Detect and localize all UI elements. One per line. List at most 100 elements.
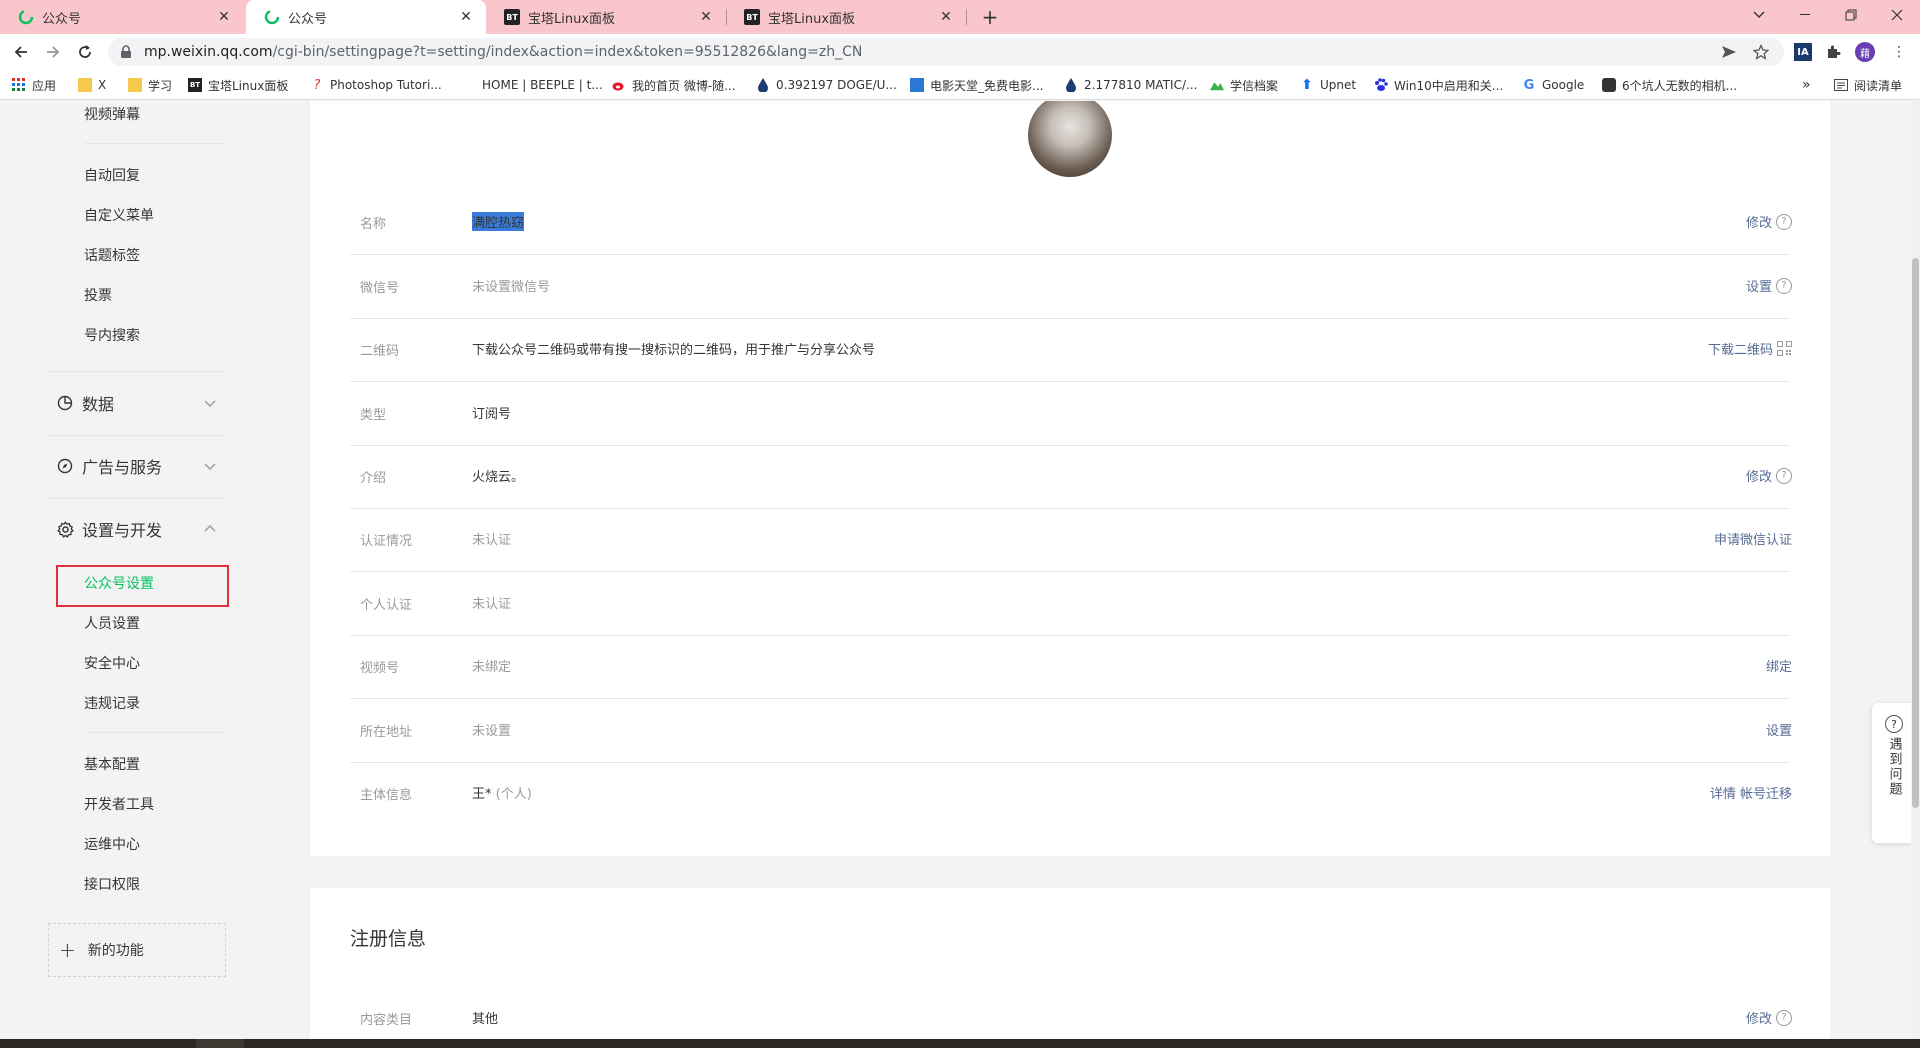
bookmark-item[interactable]: 2.177810 MATIC/... [1064, 76, 1197, 94]
help-circle-icon[interactable]: ? [1776, 213, 1792, 230]
ia-extension-icon[interactable]: IA [1794, 43, 1812, 61]
info-row-verification: 认证情况 未认证 申请微信认证 [350, 508, 1830, 572]
tab-separator [966, 9, 967, 25]
close-window-icon[interactable] [1874, 0, 1920, 30]
browser-tab-active[interactable]: 公众号 ✕ [246, 0, 486, 34]
sidebar-item-topic-tags[interactable]: 话题标签 [84, 245, 140, 265]
bookmarks-bar: 应用 X 学习 BT 宝塔Linux面板 ? Photoshop Tutori...… [0, 70, 1920, 100]
sidebar-item-violations[interactable]: 违规记录 [84, 693, 140, 713]
bookmark-item[interactable]: 学信档案 [1210, 76, 1278, 94]
bind-channels-link[interactable]: 绑定 [1766, 656, 1792, 675]
apply-verification-link[interactable]: 申请微信认证 [1714, 529, 1792, 548]
more-bookmarks-icon[interactable]: » [1802, 76, 1811, 94]
new-tab-button[interactable]: + [978, 5, 1002, 29]
sidebar-group-data[interactable]: 数据 [56, 391, 226, 415]
url-field[interactable]: mp.weixin.qq.com/cgi-bin/settingpage?t=s… [108, 38, 1784, 66]
minimize-icon[interactable] [1782, 0, 1828, 30]
sidebar-item-security-center[interactable]: 安全中心 [84, 653, 140, 673]
set-address-link[interactable]: 设置 [1766, 720, 1792, 739]
sidebar-item-staff-settings[interactable]: 人员设置 [84, 613, 140, 633]
bookmark-star-icon[interactable] [1752, 43, 1770, 61]
close-tab-icon[interactable]: ✕ [216, 9, 232, 25]
edit-name-link[interactable]: 修改? [1746, 212, 1792, 231]
sidebar-item-auto-reply[interactable]: 自动回复 [84, 165, 140, 185]
bookmark-item[interactable]: G Google [1522, 76, 1585, 94]
close-tab-icon[interactable]: ✕ [458, 9, 474, 25]
folder-icon [128, 78, 142, 92]
edit-category-link[interactable]: 修改? [1746, 1008, 1792, 1027]
bookmark-item[interactable]: 我的首页 微博-随... [612, 76, 736, 94]
account-migration-link[interactable]: 帐号迁移 [1740, 783, 1792, 802]
bookmark-item[interactable]: Win10中启用和关... [1374, 76, 1503, 94]
chevron-up-icon [204, 525, 216, 532]
new-feature-button[interactable]: + 新的功能 [48, 923, 226, 977]
send-tab-icon[interactable] [1720, 43, 1738, 61]
bookmark-apps[interactable]: 应用 [12, 76, 56, 94]
upload-arrow-icon: ⬆ [1301, 77, 1313, 93]
tab-search-icon[interactable] [1736, 0, 1782, 30]
bookmark-item[interactable]: ⬆ Upnet [1300, 76, 1356, 94]
sidebar-group-ads[interactable]: 广告与服务 [56, 454, 226, 478]
sidebar-divider [48, 435, 226, 436]
profile-avatar[interactable]: 藉 [1855, 42, 1875, 62]
sidebar-item-basic-config[interactable]: 基本配置 [84, 754, 140, 774]
bookmark-folder[interactable]: 学习 [128, 76, 172, 94]
help-circle-icon[interactable]: ? [1776, 1009, 1792, 1026]
bookmark-item[interactable]: BT 宝塔Linux面板 [188, 76, 288, 94]
reading-list[interactable]: 阅读清单 [1834, 76, 1902, 94]
scrollbar-thumb[interactable] [1912, 258, 1919, 808]
bookmark-item[interactable]: 6个坑人无数的相机... [1602, 76, 1737, 94]
info-row-channels: 视频号 未绑定 绑定 [350, 635, 1830, 699]
entity-details-link[interactable]: 详情 [1710, 783, 1736, 802]
sidebar-item-api-permissions[interactable]: 接口权限 [84, 874, 140, 894]
entity-type: (个人) [495, 787, 532, 802]
browser-tab[interactable]: BT 宝塔Linux面板 ✕ [486, 0, 726, 34]
browser-tab[interactable]: BT 宝塔Linux面板 ✕ [726, 0, 966, 34]
set-wechat-id-link[interactable]: 设置? [1746, 276, 1792, 295]
bookmark-item[interactable]: 0.392197 DOGE/U... [756, 76, 897, 94]
reload-icon[interactable] [74, 41, 96, 63]
sidebar-item-vote[interactable]: 投票 [84, 285, 112, 305]
folder-icon [78, 78, 92, 92]
extensions-puzzle-icon[interactable] [1824, 43, 1842, 61]
sidebar-item-account-settings[interactable]: 公众号设置 [84, 573, 154, 593]
help-circle-icon[interactable]: ? [1776, 277, 1792, 294]
bookmark-item[interactable]: 电影天堂_免费电影... [910, 76, 1043, 94]
sidebar-group-settings[interactable]: 设置与开发 [56, 517, 226, 541]
question-icon: ? [1885, 715, 1903, 733]
qrcode-icon [1777, 341, 1792, 356]
sidebar-item-search[interactable]: 号内搜索 [84, 325, 140, 345]
dytt-icon [910, 78, 924, 92]
sidebar-item-video-danmu[interactable]: 视频弹幕 [84, 104, 140, 124]
forward-arrow-icon[interactable] [42, 41, 64, 63]
chevron-down-icon [204, 400, 216, 407]
bookmark-item[interactable]: ? Photoshop Tutori... [310, 76, 442, 94]
browser-tab-strip: 公众号 ✕ 公众号 ✕ BT 宝塔Linux面板 ✕ BT 宝塔Linux面板 … [0, 0, 1920, 34]
sidebar-item-dev-tools[interactable]: 开发者工具 [84, 794, 154, 814]
sidebar-item-ops-center[interactable]: 运维中心 [84, 834, 140, 854]
url-host: mp.weixin.qq.com [144, 44, 273, 60]
bookmark-item[interactable]: HOME | BEEPLE | t... [482, 76, 603, 94]
bookmark-folder[interactable]: X [78, 76, 106, 94]
browser-tab[interactable]: 公众号 ✕ [0, 0, 244, 34]
help-widget[interactable]: ? 遇到问题 [1872, 703, 1916, 843]
page-scrollbar[interactable] [1911, 101, 1920, 1039]
edit-intro-link[interactable]: 修改? [1746, 466, 1792, 485]
browser-menu-icon[interactable]: ⋮ [1890, 43, 1908, 61]
sidebar-item-custom-menu[interactable]: 自定义菜单 [84, 205, 154, 225]
sidebar-divider [84, 732, 225, 733]
download-qrcode-link[interactable]: 下载二维码 [1708, 339, 1792, 358]
info-row-personal-verification: 个人认证 未认证 [350, 572, 1830, 636]
help-circle-icon[interactable]: ? [1776, 467, 1792, 484]
back-arrow-icon[interactable] [10, 41, 32, 63]
sidebar-divider [48, 371, 226, 372]
weibo-icon [612, 78, 626, 92]
lock-icon[interactable] [120, 45, 134, 59]
close-tab-icon[interactable]: ✕ [938, 9, 954, 25]
photoshop-icon: ? [313, 77, 321, 93]
info-row-content-category: 内容类目 其他 修改? [350, 987, 1830, 1039]
restore-icon[interactable] [1828, 0, 1874, 30]
account-avatar[interactable] [1028, 101, 1112, 177]
close-tab-icon[interactable]: ✕ [698, 9, 714, 25]
info-row-type: 类型 订阅号 [350, 382, 1830, 446]
